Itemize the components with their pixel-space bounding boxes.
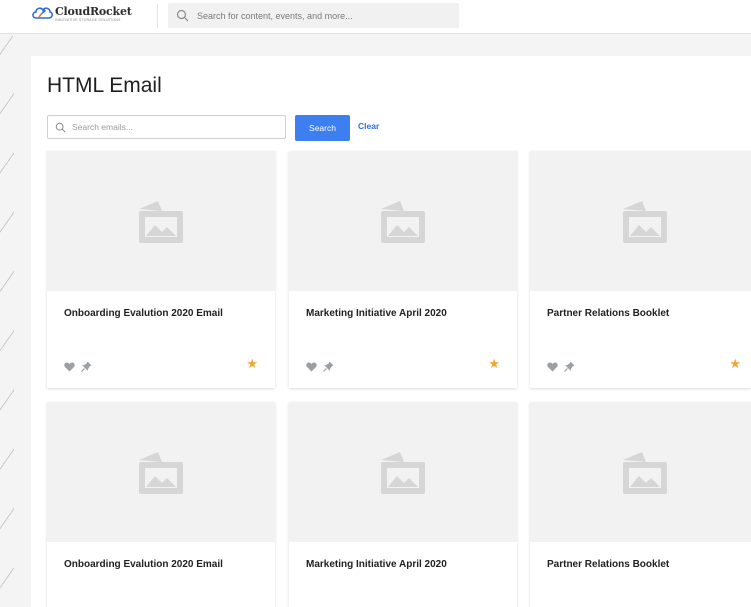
- card-thumbnail: [47, 151, 275, 291]
- decorative-stripes: [0, 36, 14, 607]
- global-search[interactable]: [168, 3, 459, 28]
- heart-icon[interactable]: [306, 359, 317, 377]
- pin-icon[interactable]: [323, 359, 334, 377]
- page-title: HTML Email: [47, 74, 162, 97]
- card-title: Marketing Initiative April 2020: [306, 308, 447, 319]
- search-button[interactable]: Search: [295, 115, 350, 141]
- card-thumbnail: [289, 402, 517, 542]
- image-placeholder-icon: [381, 201, 425, 243]
- card-thumbnail: [530, 151, 751, 291]
- email-card[interactable]: Marketing Initiative April 2020: [289, 402, 517, 607]
- search-icon: [176, 9, 189, 22]
- card-title: Onboarding Evalution 2020 Email: [64, 308, 223, 319]
- heart-icon[interactable]: [547, 359, 558, 377]
- email-card[interactable]: Marketing Initiative April 2020 ★: [289, 151, 517, 388]
- clear-link[interactable]: Clear: [358, 121, 379, 131]
- pin-icon[interactable]: [564, 359, 575, 377]
- logo-tagline: INNOVATIVE STORAGE SOLUTIONS: [55, 18, 121, 22]
- email-search-input[interactable]: [72, 116, 277, 138]
- search-icon: [55, 122, 66, 133]
- global-search-input[interactable]: [197, 3, 447, 28]
- card-thumbnail: [47, 402, 275, 542]
- email-card[interactable]: Onboarding Evalution 2020 Email ★: [47, 151, 275, 388]
- logo-name: CloudRocket: [55, 5, 132, 18]
- heart-icon[interactable]: [64, 359, 75, 377]
- card-title: Partner Relations Booklet: [547, 308, 670, 319]
- top-bar: CloudRocket INNOVATIVE STORAGE SOLUTIONS: [0, 0, 751, 34]
- header-divider: [157, 4, 158, 28]
- email-search-box[interactable]: [47, 115, 286, 139]
- email-card[interactable]: Partner Relations Booklet ★: [530, 151, 751, 388]
- star-icon[interactable]: ★: [246, 357, 258, 370]
- image-placeholder-icon: [381, 452, 425, 494]
- card-title: Partner Relations Booklet: [547, 559, 670, 570]
- card-title: Marketing Initiative April 2020: [306, 559, 447, 570]
- card-thumbnail: [530, 402, 751, 542]
- star-icon[interactable]: ★: [729, 357, 741, 370]
- email-card[interactable]: Onboarding Evalution 2020 Email: [47, 402, 275, 607]
- email-card[interactable]: Partner Relations Booklet: [530, 402, 751, 607]
- image-placeholder-icon: [623, 452, 667, 494]
- cloud-rocket-logo-icon: [32, 7, 53, 19]
- image-placeholder-icon: [139, 201, 183, 243]
- pin-icon[interactable]: [81, 359, 92, 377]
- cloudrocket-logo[interactable]: CloudRocket INNOVATIVE STORAGE SOLUTIONS: [31, 4, 141, 26]
- image-placeholder-icon: [623, 201, 667, 243]
- image-placeholder-icon: [139, 452, 183, 494]
- card-thumbnail: [289, 151, 517, 291]
- star-icon[interactable]: ★: [488, 357, 500, 370]
- card-title: Onboarding Evalution 2020 Email: [64, 559, 223, 570]
